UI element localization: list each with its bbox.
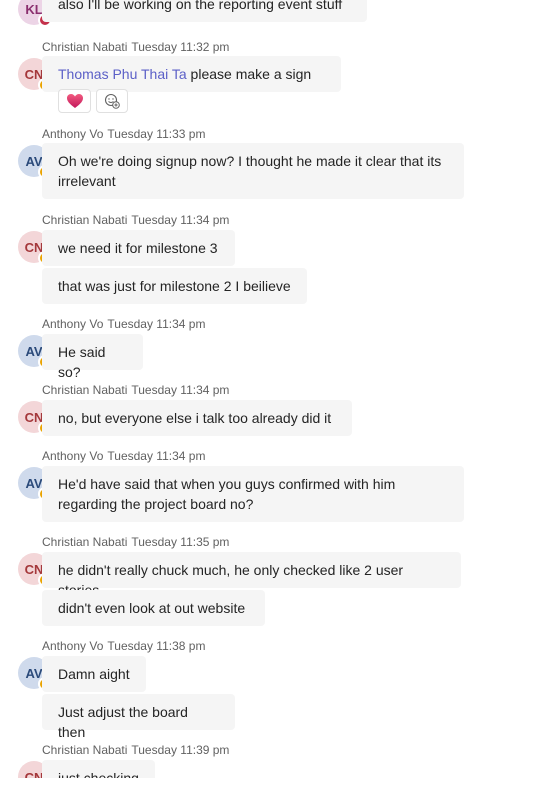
sender-name: Anthony Vo — [42, 127, 104, 141]
timestamp: Tuesday 11:34 pm — [107, 449, 206, 463]
sender-name: Christian Nabati — [42, 383, 128, 397]
message-text-line: regarding the project board no? — [58, 496, 254, 512]
message-bubble[interactable]: Damn aight — [42, 656, 146, 692]
add-reaction-button[interactable] — [96, 89, 128, 113]
message-header: Anthony Vo Tuesday 11:33 pm — [42, 127, 205, 141]
message-bubble[interactable]: we need it for milestone 3 — [42, 230, 235, 266]
message-bubble[interactable]: didn't even look at out website — [42, 590, 265, 626]
message-bubble[interactable]: He'd have said that when you guys confir… — [42, 466, 464, 522]
message-text: didn't even look at out website — [58, 600, 246, 616]
message-bubble[interactable]: no, but everyone else i talk too already… — [42, 400, 352, 436]
message-text-line: irrelevant — [58, 173, 116, 189]
message-bubble[interactable]: just checking — [42, 760, 155, 778]
message-bubble[interactable]: Oh we're doing signup now? I thought he … — [42, 143, 464, 199]
message-header: Christian Nabati Tuesday 11:32 pm — [42, 40, 229, 54]
sender-name: Christian Nabati — [42, 40, 128, 54]
timestamp: Tuesday 11:34 pm — [131, 383, 230, 397]
sender-name: Christian Nabati — [42, 213, 128, 227]
message-text: we need it for milestone 3 — [58, 240, 218, 256]
message-header: Anthony Vo Tuesday 11:34 pm — [42, 449, 205, 463]
message-text: Damn aight — [58, 666, 130, 682]
timestamp: Tuesday 11:33 pm — [107, 127, 206, 141]
sender-name: Anthony Vo — [42, 639, 104, 653]
message-header: Christian Nabati Tuesday 11:34 pm — [42, 213, 229, 227]
message-text: also I'll be working on the reporting ev… — [58, 0, 343, 12]
message-text-line: He'd have said that when you guys confir… — [58, 476, 396, 492]
avatar-initials: CN — [24, 769, 44, 779]
sender-name: Christian Nabati — [42, 535, 128, 549]
message-bubble[interactable]: He said so? — [42, 334, 143, 380]
message-text: that was just for milestone 2 I beilieve — [58, 278, 291, 294]
chat-message-list[interactable]: KL also I'll be working on the reporting… — [0, 0, 558, 778]
message-bubble[interactable]: he didn't really chuck much, he only che… — [42, 552, 461, 598]
message-header: Christian Nabati Tuesday 11:35 pm — [42, 535, 229, 549]
timestamp: Tuesday 11:32 pm — [131, 40, 230, 54]
timestamp: Tuesday 11:39 pm — [131, 743, 230, 757]
message-header: Christian Nabati Tuesday 11:39 pm — [42, 743, 229, 757]
message-header: Christian Nabati Tuesday 11:34 pm — [42, 383, 229, 397]
message-bubble[interactable]: Thomas Phu Thai Ta please make a sign up — [42, 56, 341, 102]
heart-icon — [66, 94, 83, 108]
message-text: He said so? — [58, 344, 106, 380]
timestamp: Tuesday 11:34 pm — [131, 213, 230, 227]
message-bubble[interactable]: also I'll be working on the reporting ev… — [42, 0, 367, 22]
message-header: Anthony Vo Tuesday 11:34 pm — [42, 317, 205, 331]
add-reaction-icon — [104, 93, 120, 109]
message-bubble[interactable]: that was just for milestone 2 I beilieve — [42, 268, 307, 304]
timestamp: Tuesday 11:38 pm — [107, 639, 206, 653]
sender-name: Anthony Vo — [42, 449, 104, 463]
message-text: just checking — [58, 770, 139, 778]
timestamp: Tuesday 11:35 pm — [131, 535, 230, 549]
message-text: no, but everyone else i talk too already… — [58, 410, 332, 426]
message-header: Anthony Vo Tuesday 11:38 pm — [42, 639, 205, 653]
message-text-line: Oh we're doing signup now? I thought he … — [58, 153, 442, 169]
sender-name: Christian Nabati — [42, 743, 128, 757]
mention-link[interactable]: Thomas Phu Thai Ta — [58, 66, 187, 82]
timestamp: Tuesday 11:34 pm — [107, 317, 206, 331]
heart-reaction-button[interactable] — [58, 89, 91, 113]
message-text: Just adjust the board then — [58, 704, 188, 740]
sender-name: Anthony Vo — [42, 317, 104, 331]
message-bubble[interactable]: Just adjust the board then — [42, 694, 235, 740]
